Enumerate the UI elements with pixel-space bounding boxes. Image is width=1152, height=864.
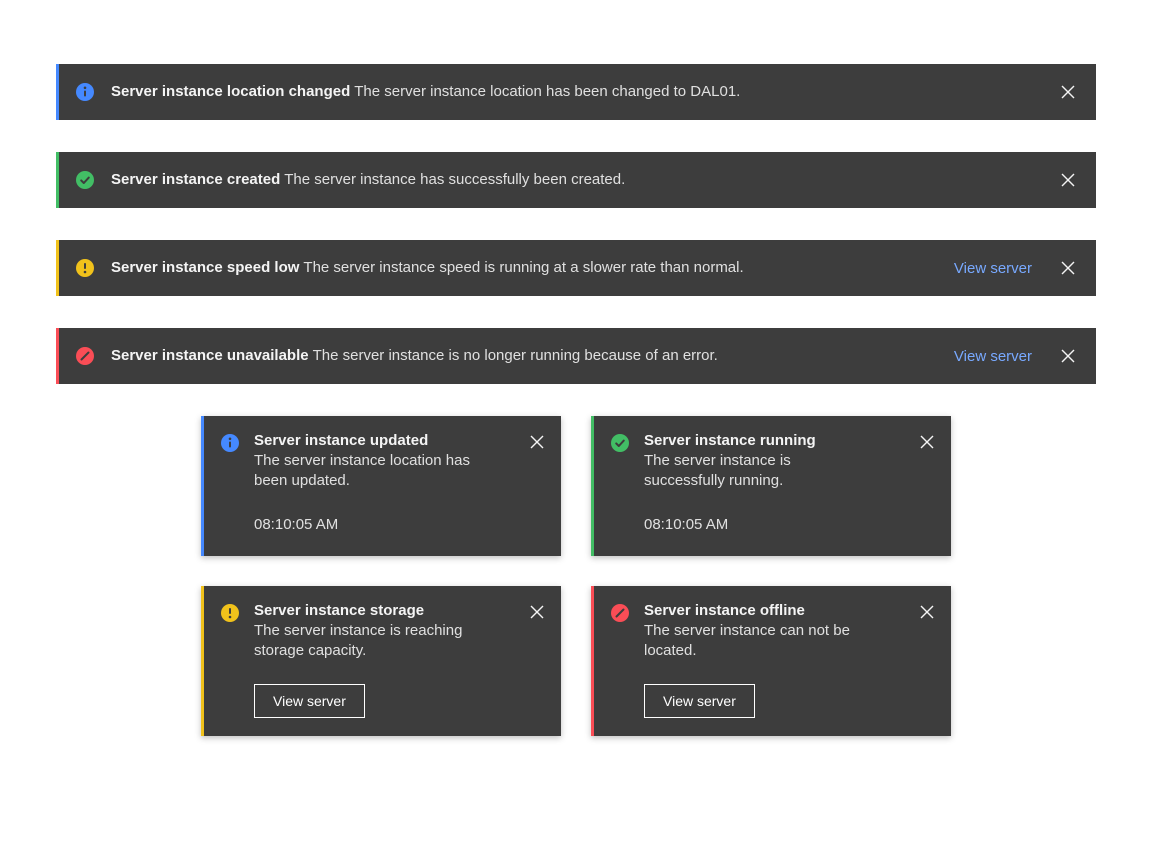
notification-body: The server instance location has been ch… [354, 82, 740, 102]
warning-icon [220, 603, 240, 623]
inline-notification-info: Server instance location changed The ser… [56, 64, 1096, 120]
toast-body: The server instance is successfully runn… [644, 451, 864, 492]
notification-text: Server instance speed low The server ins… [111, 258, 930, 278]
view-server-link[interactable]: View server [954, 348, 1032, 365]
notification-title: Server instance unavailable [111, 346, 309, 366]
toast-title: Server instance updated [254, 432, 547, 449]
info-icon [220, 433, 240, 453]
toast-grid: Server instance updated The server insta… [56, 416, 1096, 736]
view-server-link[interactable]: View server [954, 260, 1032, 277]
inline-notification-warning: Server instance speed low The server ins… [56, 240, 1096, 296]
warning-icon [75, 258, 95, 278]
toast-notification-info: Server instance updated The server insta… [201, 416, 561, 556]
checkmark-icon [610, 433, 630, 453]
toast-notification-warning: Server instance storage The server insta… [201, 586, 561, 736]
close-button[interactable] [1056, 344, 1080, 368]
toast-title: Server instance running [644, 432, 937, 449]
inline-notification-error: Server instance unavailable The server i… [56, 328, 1096, 384]
notification-title: Server instance location changed [111, 82, 350, 102]
checkmark-icon [75, 170, 95, 190]
notification-body: The server instance speed is running at … [303, 258, 743, 278]
inline-notification-success: Server instance created The server insta… [56, 152, 1096, 208]
close-button[interactable] [915, 430, 939, 454]
notification-title: Server instance speed low [111, 258, 299, 278]
close-button[interactable] [525, 600, 549, 624]
toast-title: Server instance offline [644, 602, 937, 619]
close-button[interactable] [1056, 256, 1080, 280]
notification-body: The server instance has successfully bee… [284, 170, 625, 190]
toast-notification-success: Server instance running The server insta… [591, 416, 951, 556]
error-icon [75, 346, 95, 366]
toast-notification-error: Server instance offline The server insta… [591, 586, 951, 736]
view-server-button[interactable]: View server [254, 684, 365, 718]
notification-body: The server instance is no longer running… [313, 346, 718, 366]
error-icon [610, 603, 630, 623]
view-server-button[interactable]: View server [644, 684, 755, 718]
toast-body: The server instance can not be located. [644, 621, 864, 662]
notification-text: Server instance created The server insta… [111, 170, 1056, 190]
close-button[interactable] [1056, 80, 1080, 104]
toast-timestamp: 08:10:05 AM [254, 516, 547, 533]
close-button[interactable] [1056, 168, 1080, 192]
info-icon [75, 82, 95, 102]
close-button[interactable] [525, 430, 549, 454]
toast-body: The server instance is reaching storage … [254, 621, 474, 662]
toast-timestamp: 08:10:05 AM [644, 516, 937, 533]
notification-text: Server instance location changed The ser… [111, 82, 1056, 102]
notification-title: Server instance created [111, 170, 280, 190]
toast-title: Server instance storage [254, 602, 547, 619]
notification-text: Server instance unavailable The server i… [111, 346, 930, 366]
close-button[interactable] [915, 600, 939, 624]
toast-body: The server instance location has been up… [254, 451, 474, 492]
